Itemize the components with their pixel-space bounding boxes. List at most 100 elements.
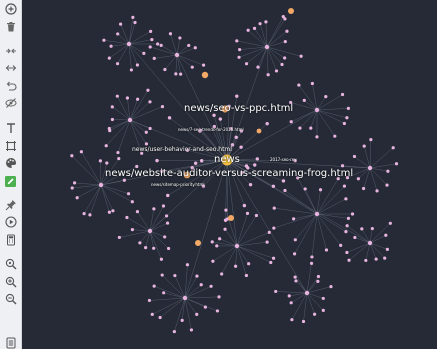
leaf-node[interactable] (247, 262, 251, 266)
leaf-node[interactable] (345, 224, 349, 228)
leaf-node[interactable] (321, 296, 325, 301)
leaf-node[interactable] (209, 284, 213, 288)
leaf-node[interactable] (156, 42, 160, 46)
leaf-node[interactable] (122, 178, 126, 182)
leaf-node[interactable] (218, 237, 222, 241)
leaf-node[interactable] (245, 211, 250, 215)
leaf-node[interactable] (167, 116, 172, 120)
leaf-node[interactable] (144, 142, 149, 146)
leaf-node[interactable] (135, 210, 140, 214)
leaf-node[interactable] (130, 228, 135, 232)
leaf-node[interactable] (346, 106, 350, 110)
leaf-node[interactable] (70, 154, 74, 158)
leaf-node[interactable] (229, 126, 233, 131)
leaf-node[interactable] (375, 189, 379, 193)
leaf-node[interactable] (72, 181, 77, 185)
leaf-node[interactable] (374, 257, 378, 261)
leaf-node[interactable] (235, 39, 239, 43)
leaf-node[interactable] (152, 207, 156, 211)
leaf-node[interactable] (340, 92, 345, 97)
leaf-node[interactable] (274, 289, 278, 294)
zoom-out-button[interactable] (2, 292, 19, 306)
leaf-node[interactable] (315, 135, 319, 139)
leaf-node[interactable] (166, 193, 170, 198)
leaf-node[interactable] (152, 284, 156, 288)
leaf-node[interactable] (383, 256, 387, 260)
leaf-node[interactable] (388, 221, 392, 225)
leaf-node[interactable] (255, 157, 260, 161)
leaf-node[interactable] (148, 100, 152, 104)
leaf-node[interactable] (369, 138, 373, 142)
leaf-node[interactable] (344, 197, 348, 201)
leaf-node[interactable] (161, 204, 166, 208)
leaf-node[interactable] (164, 214, 169, 218)
leaf-node[interactable] (333, 134, 337, 138)
leaf-node[interactable] (302, 98, 306, 102)
leaf-node[interactable] (391, 146, 395, 150)
leaf-node[interactable] (292, 217, 296, 221)
leaf-node[interactable] (283, 17, 287, 21)
leaf-node[interactable] (321, 308, 325, 312)
leaf-node[interactable] (163, 235, 167, 239)
leaf-node[interactable] (133, 20, 137, 25)
leaf-node[interactable] (88, 213, 92, 217)
leaf-node[interactable] (144, 130, 148, 134)
hub-node[interactable] (234, 243, 240, 249)
leaf-node[interactable] (293, 238, 297, 242)
leaf-node[interactable] (289, 120, 293, 124)
leaf-node[interactable] (116, 150, 120, 155)
leaf-node[interactable] (149, 29, 153, 33)
leaf-node[interactable] (195, 274, 199, 278)
central-node-news[interactable] (221, 154, 233, 166)
leaf-node[interactable] (117, 156, 121, 161)
leaf-node[interactable] (166, 246, 171, 251)
hub-node[interactable] (126, 41, 132, 47)
leaf-node[interactable] (107, 56, 111, 60)
hide-button[interactable] (2, 96, 19, 110)
leaf-node[interactable] (150, 312, 154, 316)
leaf-node[interactable] (340, 164, 345, 168)
leaf-node[interactable] (272, 206, 276, 210)
leaf-node[interactable] (301, 319, 306, 324)
hub-node[interactable] (174, 52, 180, 58)
leaf-node[interactable] (353, 235, 357, 240)
leaf-node[interactable] (324, 248, 329, 252)
leaf-node[interactable] (148, 126, 152, 131)
list-button[interactable] (2, 336, 19, 349)
leaf-node[interactable] (239, 145, 243, 149)
leaf-node[interactable] (271, 256, 276, 260)
leaf-node[interactable] (342, 121, 346, 126)
leaf-node[interactable] (135, 63, 140, 67)
leaf-node[interactable] (316, 279, 320, 283)
leaf-node[interactable] (210, 240, 214, 244)
leaf-node[interactable] (178, 36, 182, 40)
leaf-node[interactable] (238, 48, 242, 52)
expand-button[interactable] (2, 61, 19, 75)
leaf-node[interactable] (345, 176, 350, 180)
large-node[interactable] (256, 128, 262, 134)
leaf-node[interactable] (342, 184, 347, 188)
leaf-node[interactable] (174, 72, 178, 76)
play-button[interactable] (2, 215, 19, 229)
leaf-node[interactable] (242, 203, 247, 208)
leaf-node[interactable] (201, 184, 206, 188)
leaf-node[interactable] (290, 318, 294, 322)
leaf-node[interactable] (165, 221, 170, 225)
leaf-node[interactable] (98, 159, 102, 163)
leaf-node[interactable] (160, 273, 164, 277)
leaf-node[interactable] (116, 32, 120, 36)
pin-button[interactable] (2, 198, 19, 212)
leaf-node[interactable] (237, 55, 241, 59)
leaf-node[interactable] (115, 94, 119, 98)
leaf-node[interactable] (248, 182, 253, 187)
leaf-node[interactable] (185, 148, 190, 152)
leaf-node[interactable] (159, 43, 163, 47)
leaf-node[interactable] (385, 247, 390, 251)
frame-tool-button[interactable] (2, 139, 19, 153)
leaf-node[interactable] (256, 65, 260, 69)
leaf-node[interactable] (125, 96, 129, 100)
leaf-node[interactable] (267, 230, 271, 234)
leaf-node[interactable] (217, 295, 221, 299)
leaf-node[interactable] (159, 257, 164, 261)
leaf-node[interactable] (362, 144, 366, 148)
